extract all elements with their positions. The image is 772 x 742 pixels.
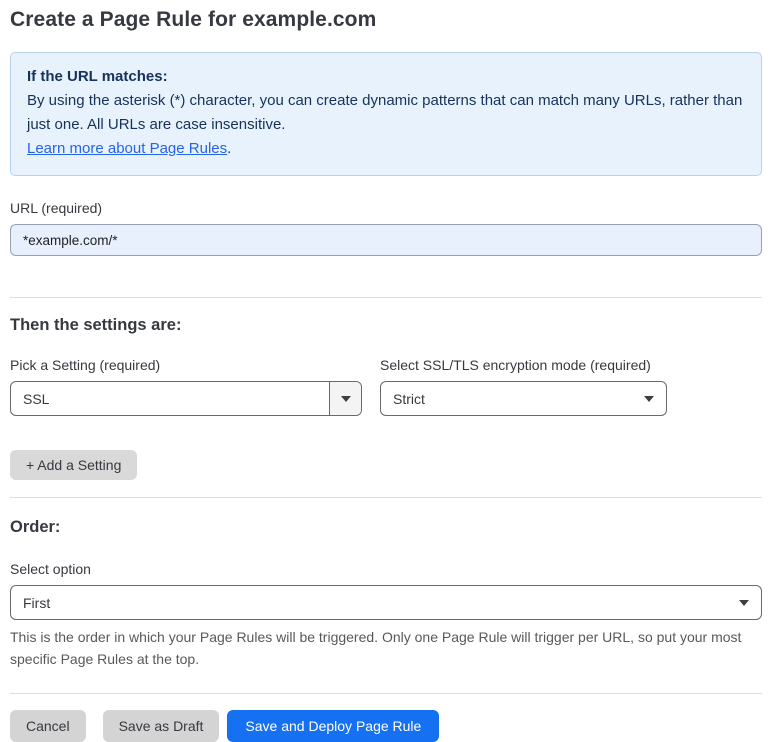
info-box-heading: If the URL matches: <box>27 68 168 85</box>
form-actions: Cancel Save as Draft Save and Deploy Pag… <box>10 710 762 742</box>
save-as-draft-button[interactable]: Save as Draft <box>102 710 220 742</box>
chevron-down-icon <box>329 382 361 415</box>
chevron-down-icon <box>632 395 666 402</box>
save-and-deploy-button[interactable]: Save and Deploy Page Rule <box>227 710 440 742</box>
url-match-info-box: If the URL matches: By using the asteris… <box>10 52 762 176</box>
order-section-heading: Order: <box>10 518 61 536</box>
add-setting-button[interactable]: + Add a Setting <box>10 450 138 480</box>
ssl-mode-select[interactable]: Strict <box>380 381 667 416</box>
mode-select-label: Select SSL/TLS encryption mode (required… <box>380 357 651 373</box>
settings-section-heading: Then the settings are: <box>10 316 182 334</box>
link-period: . <box>227 140 232 157</box>
section-divider <box>10 297 762 298</box>
mode-select-column: Select SSL/TLS encryption mode (required… <box>380 335 762 416</box>
learn-more-link[interactable]: Learn more about Page Rules <box>27 140 227 157</box>
create-page-rule-form: Create a Page Rule for example.com If th… <box>0 0 772 742</box>
section-divider <box>10 693 762 694</box>
mode-select-value: Strict <box>393 390 425 407</box>
info-box-body: By using the asterisk (*) character, you… <box>27 92 743 133</box>
setting-select[interactable]: SSL <box>10 381 362 416</box>
order-select-label: Select option <box>10 561 91 577</box>
section-divider <box>10 497 762 498</box>
info-box-link-line: Learn more about Page Rules. <box>27 137 745 161</box>
order-help-text: This is the order in which your Page Rul… <box>10 629 742 667</box>
settings-selects-row: Pick a Setting (required) SSL Select SSL… <box>10 335 762 416</box>
order-select-value: First <box>23 594 51 611</box>
url-field-label: URL (required) <box>10 200 103 216</box>
page-title: Create a Page Rule for example.com <box>10 8 377 31</box>
setting-select-value: SSL <box>23 390 50 407</box>
url-input[interactable] <box>10 224 762 256</box>
order-select[interactable]: First <box>10 585 762 620</box>
setting-select-label: Pick a Setting (required) <box>10 357 161 373</box>
setting-select-column: Pick a Setting (required) SSL <box>10 335 380 416</box>
chevron-down-icon <box>727 599 761 606</box>
cancel-button[interactable]: Cancel <box>10 710 86 742</box>
